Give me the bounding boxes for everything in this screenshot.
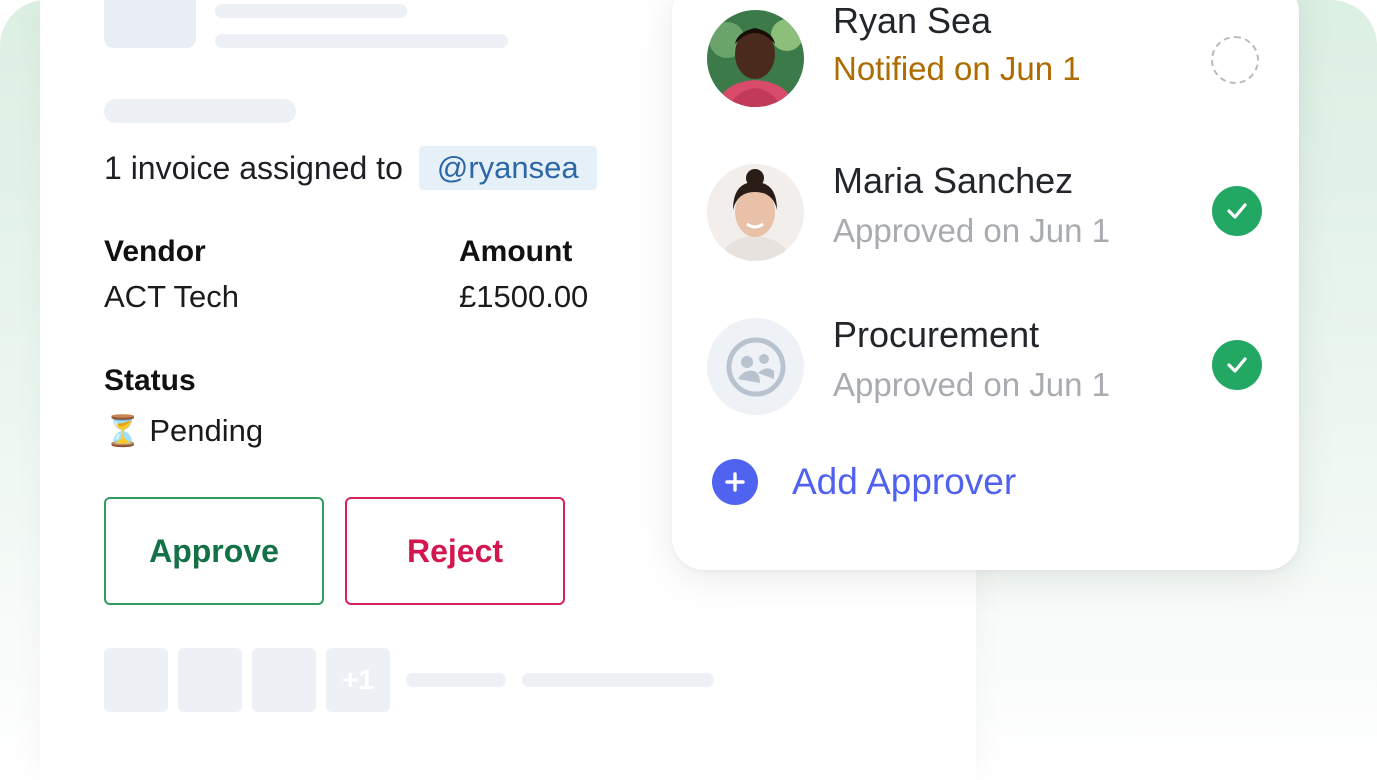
placeholder-thumbnail: [104, 0, 196, 48]
approve-button[interactable]: Approve: [104, 497, 324, 605]
attachment-thumbnail[interactable]: [252, 648, 316, 712]
approver-name: Ryan Sea: [833, 0, 992, 41]
assignee-mention[interactable]: @ryansea: [418, 146, 597, 190]
placeholder-line: [522, 673, 714, 687]
approver-status: Notified on Jun 1: [833, 50, 1081, 87]
status-label: Status: [104, 364, 196, 397]
maria-avatar-image: [707, 164, 804, 261]
pending-status-icon: [1211, 36, 1259, 84]
vendor-label: Vendor: [104, 235, 206, 268]
avatar: [707, 10, 804, 107]
ryan-avatar-image: [707, 10, 804, 107]
group-avatar: [707, 318, 804, 415]
approved-check-icon: [1212, 186, 1262, 236]
amount-label: Amount: [459, 235, 573, 268]
placeholder-line: [215, 34, 508, 48]
assignment-line: 1 invoice assigned to @ryansea: [104, 146, 597, 190]
attachment-thumbnail[interactable]: [178, 648, 242, 712]
approver-status: Approved on Jun 1: [833, 212, 1111, 249]
attachment-thumbnail[interactable]: [104, 648, 168, 712]
approvers-panel: Ryan Sea Notified on Jun 1 Maria Sanchez…: [672, 0, 1299, 570]
status-value-row: ⏳ Pending: [104, 413, 263, 449]
approver-status: Approved on Jun 1: [833, 366, 1111, 403]
assignment-text: 1 invoice assigned to: [104, 149, 403, 186]
approver-row[interactable]: Procurement Approved on Jun 1: [672, 314, 1299, 418]
add-approver-button[interactable]: Add Approver: [712, 458, 1016, 506]
approver-row[interactable]: Ryan Sea Notified on Jun 1: [672, 0, 1299, 110]
group-icon: [726, 337, 785, 396]
placeholder-line: [215, 4, 407, 18]
avatar: [707, 164, 804, 261]
status-value: Pending: [149, 413, 264, 448]
approver-row[interactable]: Maria Sanchez Approved on Jun 1: [672, 160, 1299, 264]
more-attachments-badge[interactable]: +1: [326, 648, 390, 712]
add-approver-label: Add Approver: [792, 461, 1017, 502]
hourglass-icon: ⏳: [104, 414, 142, 448]
approver-name: Maria Sanchez: [833, 160, 1074, 201]
placeholder-line: [104, 99, 296, 123]
vendor-value: ACT Tech: [104, 279, 239, 314]
plus-icon: [712, 459, 758, 505]
reject-button[interactable]: Reject: [345, 497, 565, 605]
placeholder-line: [406, 673, 506, 687]
approved-check-icon: [1212, 340, 1262, 390]
approver-name: Procurement: [833, 314, 1040, 355]
amount-value: £1500.00: [459, 279, 589, 314]
